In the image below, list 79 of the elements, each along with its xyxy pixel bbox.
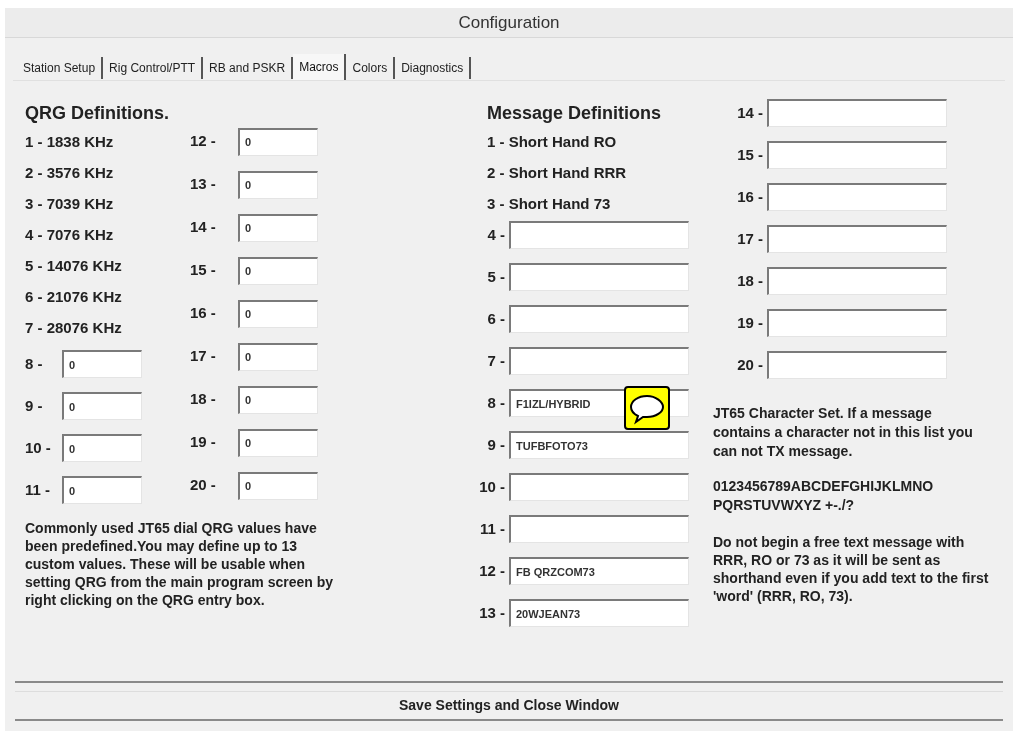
- input-field[interactable]: 0: [62, 350, 142, 378]
- input-field[interactable]: 0: [238, 256, 318, 285]
- input-field[interactable]: 0: [238, 342, 318, 371]
- field-label: 9 -: [486, 434, 506, 455]
- input-field[interactable]: 0: [238, 127, 318, 156]
- field-label: 7 -: [486, 350, 506, 371]
- field-label: 8 -: [25, 353, 44, 374]
- tab[interactable]: Macros: [293, 54, 347, 80]
- field-label: 20 -: [190, 475, 217, 496]
- window-title: Configuration: [458, 11, 560, 34]
- field-label: 11 -: [478, 518, 506, 539]
- character-set: PQRSTUVWXYZ +-./?: [713, 496, 856, 515]
- qrg-note: Commonly used JT65 dial QRG values have been predefined.You may define up to 13 custom values. These will be usable when setting QRG from the main program screen by right clicking on the QRG entry box.: [25, 519, 335, 609]
- preset-frequency: 5 - 14076 KHz: [25, 256, 123, 276]
- preset-frequency: 6 - 21076 KHz: [25, 287, 123, 307]
- input-field[interactable]: 0: [62, 476, 142, 504]
- input-field[interactable]: [509, 473, 689, 501]
- charset-warning: Do not begin a free text message with RRR, RO or 73 as it will be sent as shorthand even if you add text to the first 'word' (RRR, RO, 73).: [713, 533, 990, 605]
- save-button[interactable]: Save Settings and Close Window: [15, 691, 1003, 721]
- input-field[interactable]: 0: [238, 428, 318, 457]
- field-label: 12 -: [478, 560, 506, 581]
- input-field[interactable]: [767, 309, 947, 337]
- input-field[interactable]: 0: [62, 392, 142, 420]
- field-label: 4 -: [486, 224, 506, 245]
- input-field[interactable]: 0: [238, 471, 318, 500]
- field-label: 19 -: [190, 432, 217, 453]
- input-field[interactable]: 0: [62, 434, 142, 462]
- field-label: 11 -: [25, 479, 52, 500]
- field-label: 18 -: [736, 270, 764, 291]
- input-field[interactable]: [509, 221, 689, 249]
- input-field[interactable]: [767, 141, 947, 169]
- input-field[interactable]: 0: [238, 385, 318, 414]
- input-field[interactable]: 0: [238, 299, 318, 328]
- field-label: 12 -: [190, 131, 217, 152]
- field-label: 9 -: [25, 395, 44, 416]
- input-field[interactable]: TUFBFOTO73: [509, 431, 689, 459]
- input-field[interactable]: [509, 305, 689, 333]
- preset-frequency: 1 - 1838 KHz: [25, 132, 115, 152]
- preset-frequency: 3 - 7039 KHz: [25, 194, 115, 214]
- input-field[interactable]: 0: [238, 213, 318, 242]
- field-label: 16 -: [190, 303, 217, 324]
- input-field[interactable]: [767, 351, 947, 379]
- input-field[interactable]: [509, 263, 689, 291]
- field-label: 14 -: [190, 217, 217, 238]
- field-label: 5 -: [486, 266, 506, 287]
- field-label: 13 -: [478, 602, 506, 623]
- preset-frequency: 2 - 3576 KHz: [25, 163, 115, 183]
- field-label: 8 -: [486, 392, 506, 413]
- field-label: 17 -: [736, 228, 764, 249]
- preset-frequency: 7 - 28076 KHz: [25, 318, 123, 338]
- preset-frequency: 4 - 7076 KHz: [25, 225, 115, 245]
- input-field[interactable]: 20WJEAN73: [509, 599, 689, 627]
- preset-message: 3 - Short Hand 73: [486, 194, 612, 214]
- field-label: 10 -: [478, 476, 506, 497]
- input-field[interactable]: [767, 183, 947, 211]
- input-field[interactable]: [509, 347, 689, 375]
- field-label: 10 -: [25, 437, 52, 458]
- input-field[interactable]: [767, 225, 947, 253]
- preset-message: 2 - Short Hand RRR: [486, 163, 628, 183]
- field-label: 20 -: [736, 354, 764, 375]
- charset-note: JT65 Character Set. If a message contains a character not in this list you can not TX message.: [713, 404, 974, 461]
- input-field[interactable]: [509, 515, 689, 543]
- field-label: 16 -: [736, 186, 764, 207]
- input-field[interactable]: [767, 99, 947, 127]
- input-field[interactable]: FB QRZCOM73: [509, 557, 689, 585]
- field-label: 13 -: [190, 174, 217, 195]
- character-set: 0123456789ABCDEFGHIJKLMNO: [713, 477, 935, 496]
- field-label: 18 -: [190, 389, 217, 410]
- field-label: 14 -: [736, 102, 764, 123]
- field-label: 15 -: [736, 144, 764, 165]
- section-heading: QRG Definitions.: [25, 102, 170, 122]
- field-label: 17 -: [190, 346, 217, 367]
- preset-message: 1 - Short Hand RO: [486, 132, 618, 152]
- input-field[interactable]: 0: [238, 170, 318, 199]
- field-label: 6 -: [486, 308, 506, 329]
- input-field[interactable]: [767, 267, 947, 295]
- field-label: 19 -: [736, 312, 764, 333]
- field-label: 15 -: [190, 260, 217, 281]
- section-heading: Message Definitions: [486, 102, 663, 122]
